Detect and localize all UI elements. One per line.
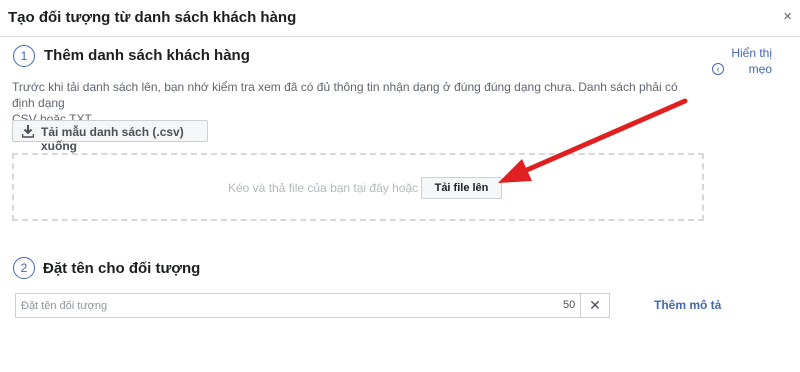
download-icon <box>22 125 34 138</box>
drop-zone-text: Kéo và thả file của bạn tại đây hoặc <box>228 181 419 195</box>
download-template-label: Tải mẫu danh sách (.csv) xuống <box>41 125 184 153</box>
chevron-left-icon[interactable]: ‹ <box>712 63 724 75</box>
char-count: 50 <box>563 299 576 311</box>
step-2-number: 2 <box>13 257 35 279</box>
step-1-title: Thêm danh sách khách hàng <box>44 47 250 64</box>
add-description-link[interactable]: Thêm mô tả <box>654 298 721 312</box>
audience-name-input[interactable] <box>21 298 521 313</box>
close-icon[interactable]: × <box>783 8 792 25</box>
red-arrow-annotation <box>498 98 688 183</box>
dialog-title: Tạo đối tượng từ danh sách khách hàng <box>8 9 297 26</box>
step-1-number: 1 <box>13 45 35 67</box>
audience-name-field[interactable] <box>15 293 581 318</box>
tips-line-1: Hiển thị <box>731 46 772 60</box>
step-2-title: Đặt tên cho đối tượng <box>43 260 201 277</box>
clear-name-button[interactable]: ✕ <box>581 293 610 318</box>
download-template-button[interactable]: Tải mẫu danh sách (.csv) xuống <box>12 120 208 153</box>
